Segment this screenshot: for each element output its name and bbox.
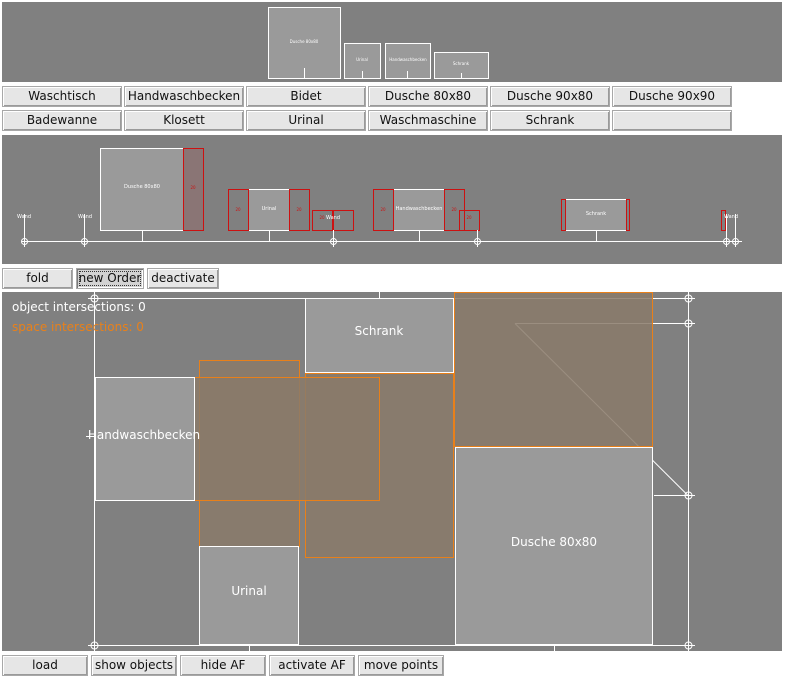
load-button[interactable]: load bbox=[2, 655, 88, 676]
object-intersections-counter: object intersections: 0 bbox=[12, 300, 146, 314]
plan-label-handwaschbecken: Handwaschbecken bbox=[88, 428, 200, 442]
plan-label-urinal: Urinal bbox=[231, 584, 266, 598]
plan-label-schrank: Schrank bbox=[355, 324, 404, 338]
show-objects-button[interactable]: show objects bbox=[91, 655, 177, 676]
move-points-button[interactable]: move points bbox=[358, 655, 444, 676]
activate-af-button[interactable]: activate AF bbox=[269, 655, 355, 676]
space-area-handwaschbecken[interactable] bbox=[194, 377, 380, 501]
space-area-schrank[interactable] bbox=[454, 292, 653, 447]
floor-plan-canvas: Schrank Handwaschbecken Dusche 80x80 Uri… bbox=[86, 292, 695, 652]
hide-af-button[interactable]: hide AF bbox=[180, 655, 266, 676]
space-intersections-counter: space intersections: 0 bbox=[12, 320, 144, 334]
plan-label-dusche: Dusche 80x80 bbox=[511, 535, 597, 549]
